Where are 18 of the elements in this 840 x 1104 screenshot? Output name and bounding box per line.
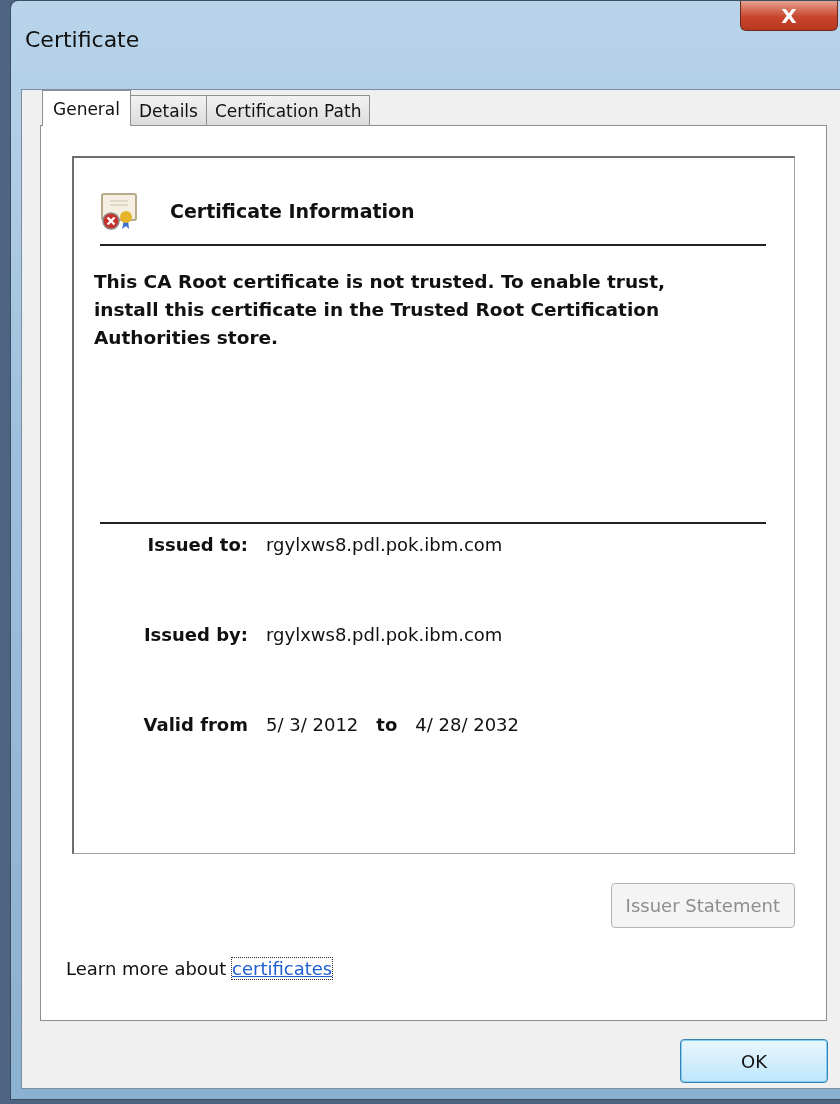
field-label: Valid from — [142, 714, 249, 735]
field-value: 4/ 28/ 2032 — [415, 714, 520, 735]
field-label: Issued by: — [142, 624, 249, 645]
certificates-link[interactable]: certificates — [232, 958, 333, 979]
field-label: Issued to: — [146, 534, 249, 555]
ok-button[interactable]: OK — [680, 1039, 828, 1083]
tab[interactable]: Details — [130, 95, 207, 125]
tab[interactable]: General — [42, 90, 131, 126]
close-button[interactable]: X — [740, 1, 838, 31]
section-heading: Certificate Information — [170, 200, 415, 222]
field-value: rgylxws8.pdl.pok.ibm.com — [266, 534, 503, 555]
window-title: Certificate — [25, 27, 140, 52]
tab[interactable]: Certification Path — [205, 95, 371, 125]
trust-message: This CA Root certificate is not trusted. To enable trust, install this certificate in the Trusted Root Certification Authorities store. — [94, 270, 666, 350]
field-label: to — [375, 714, 399, 735]
learn-more-text: Learn more about certificates — [66, 958, 334, 979]
field-value: 5/ 3/ 2012 — [266, 714, 359, 735]
field-value: rgylxws8.pdl.pok.ibm.com — [266, 624, 503, 645]
